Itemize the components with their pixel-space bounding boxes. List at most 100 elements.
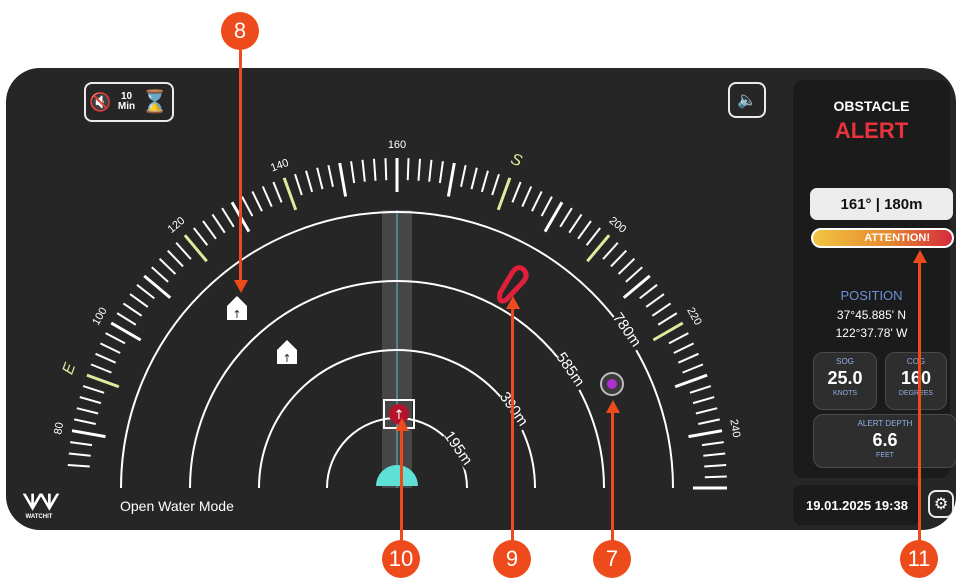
compass-tick [71, 429, 106, 439]
compass-tick [261, 186, 273, 208]
compass-tick [202, 220, 217, 240]
callout-line-9 [511, 302, 514, 548]
compass-tick [122, 302, 143, 317]
compass-tick [602, 242, 619, 260]
alert-title: OBSTACLE [833, 98, 910, 114]
svg-text:↑: ↑ [232, 308, 241, 321]
compass-tick [470, 167, 478, 190]
compass-tick [82, 385, 105, 394]
cog-unit: DEGREES [898, 390, 934, 397]
compass-tick [428, 159, 433, 182]
compass-tick [704, 463, 727, 468]
compass-tick [617, 258, 636, 275]
compass-label: 160 [388, 139, 406, 151]
bearing-distance: 161° | 180m [810, 188, 953, 220]
compass-tick [167, 249, 184, 268]
settings-button[interactable]: ⚙ [928, 490, 954, 518]
logo-icon: ᗐᗐ [22, 490, 59, 515]
mute-icon: 🔇 [89, 91, 112, 112]
compass-tick [105, 332, 126, 345]
compass-tick [361, 159, 366, 182]
callout-arrow-11 [913, 250, 927, 263]
compass-tick [136, 284, 155, 300]
latitude: 37°45.885' N [836, 308, 907, 322]
compass-tick [74, 418, 96, 425]
callout-line-7 [611, 406, 614, 548]
svg-text:↑: ↑ [282, 352, 291, 365]
alert-panel: OBSTACLE ALERT 161° | 180m ATTENTION! PO… [793, 80, 956, 478]
compass-label: 240 [727, 418, 742, 438]
compass-tick [90, 363, 112, 374]
compass-tick [417, 158, 422, 181]
compass-tick [316, 167, 324, 190]
speaker-icon: 🔈 [737, 92, 757, 109]
mute-timer-button[interactable]: 🔇 10 Min ⌛ [84, 82, 174, 122]
compass-tick [282, 177, 298, 211]
compass-label: 220 [684, 306, 704, 328]
compass-tick [86, 373, 120, 389]
alert-subtitle: ALERT [834, 118, 909, 143]
compass-tick [577, 220, 592, 240]
compass-tick [68, 452, 91, 457]
brand-logo: ᗐᗐ WATCHIT [18, 490, 60, 521]
cardinal-label: S [508, 151, 524, 171]
depth-unit: FEET [876, 452, 894, 459]
sog-unit: KNOTS [832, 390, 858, 397]
hourglass-icon: ⌛ [141, 89, 169, 114]
range-label: 585m [552, 349, 587, 389]
compass-label: 120 [166, 215, 188, 236]
callout-arrow-7 [606, 400, 620, 413]
compass-label: 140 [269, 157, 290, 175]
compass-tick [305, 170, 314, 193]
compass-tick [406, 158, 410, 181]
callout-8: 8 [221, 12, 259, 50]
compass-tick [438, 161, 444, 184]
callout-11: 11 [900, 540, 938, 578]
compass-tick [251, 190, 263, 212]
compass-tick [76, 407, 99, 415]
compass-tick [241, 196, 254, 217]
compass-tick [695, 407, 718, 415]
sog-card: SOG 25.0 KNOTS [813, 352, 877, 410]
compass-tick [668, 332, 689, 345]
compass-tick [272, 181, 283, 203]
compass-tick [158, 258, 177, 275]
compass-tick [116, 312, 137, 326]
compass-tick [540, 196, 553, 217]
compass-label: 80 [52, 421, 66, 435]
alert-depth-card[interactable]: ALERT DEPTH 6.6 FEET [813, 414, 956, 468]
datetime: 19.01.2025 19:38 [793, 485, 921, 525]
cog-label: COG [906, 357, 926, 366]
compass-tick [625, 266, 643, 283]
compass-tick [511, 181, 522, 203]
compass-tick [651, 302, 672, 317]
compass-tick [372, 158, 377, 181]
compass-tick [480, 170, 489, 193]
compass-tick [698, 418, 720, 425]
compass-tick [221, 207, 235, 228]
compass-tick [704, 475, 727, 479]
compass-tick [496, 177, 512, 211]
compass-label: 200 [607, 215, 629, 236]
compass-tick [657, 312, 678, 326]
callout-arrow-8 [234, 280, 248, 293]
compass-tick [99, 342, 121, 354]
callout-arrow-9 [506, 296, 520, 309]
callout-7: 7 [593, 540, 631, 578]
callout-10: 10 [382, 540, 420, 578]
compass-tick [531, 190, 543, 212]
callout-line-10 [400, 424, 403, 548]
compass-tick [682, 363, 704, 374]
compass-tick [294, 173, 303, 196]
compass-tick [327, 165, 334, 187]
compass-tick [559, 207, 573, 228]
position-label: POSITION [840, 288, 903, 303]
compass-tick [151, 266, 169, 283]
attention-bar: ATTENTION! [811, 228, 954, 248]
compass-tick [692, 396, 715, 405]
cog-value: 160 [900, 368, 932, 388]
range-label: 195m [440, 428, 475, 468]
callout-line-8 [239, 50, 242, 282]
sound-button[interactable]: 🔈 [728, 82, 766, 118]
compass-tick [211, 213, 226, 234]
